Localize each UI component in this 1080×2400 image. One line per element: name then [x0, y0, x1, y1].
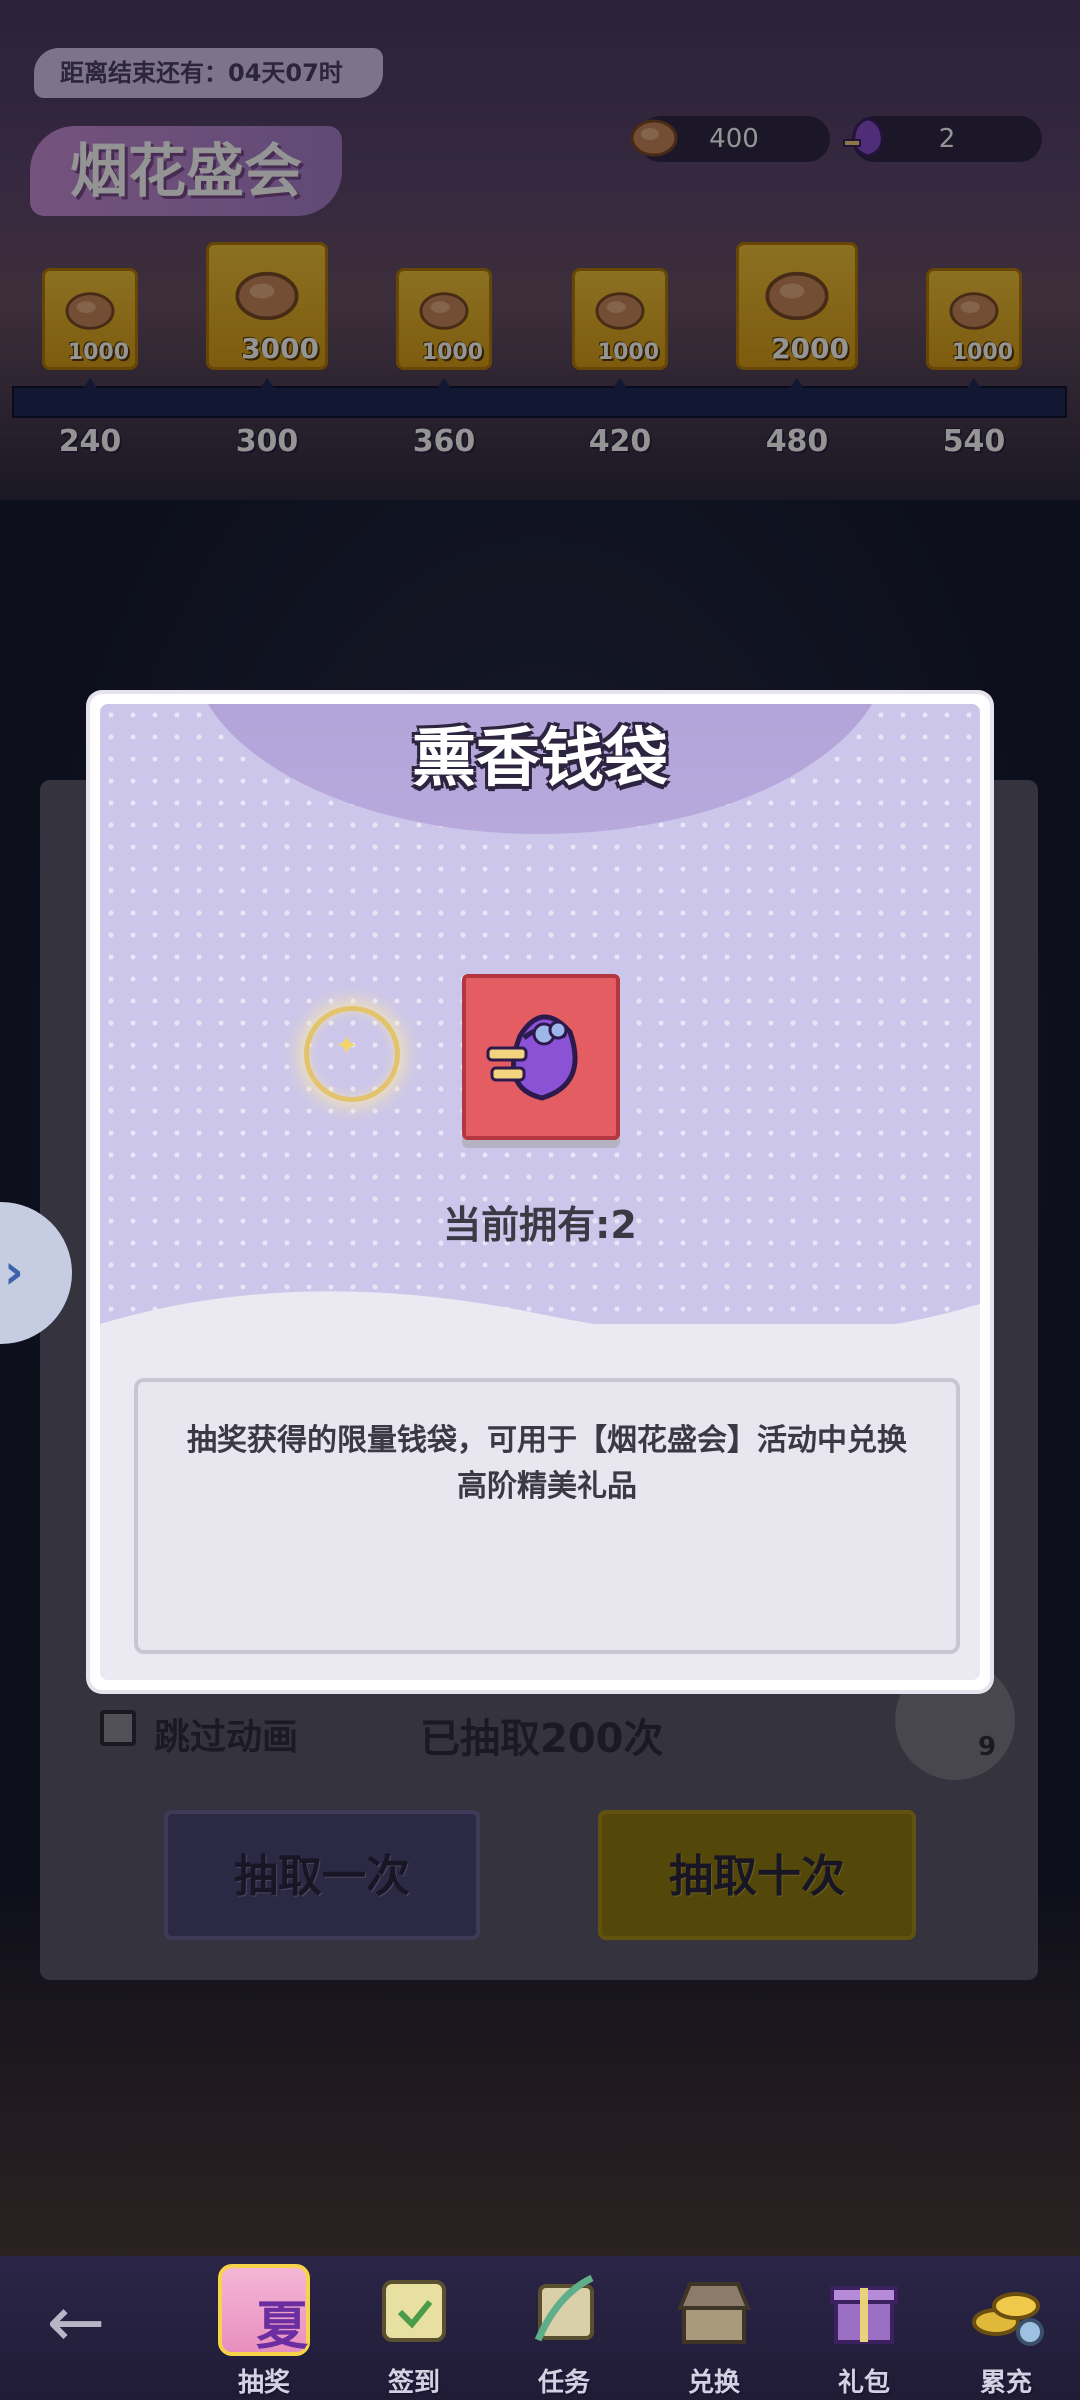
nav-label: 签到 — [387, 2368, 440, 2398]
gift-icon — [830, 2286, 898, 2344]
back-arrow-icon[interactable]: ← — [28, 2274, 124, 2370]
nav-label: 兑换 — [687, 2368, 740, 2398]
nav-tab-exchange[interactable]: 兑换 — [654, 2262, 774, 2400]
modal-body: 熏香钱袋 ✦ 当前拥有:2 抽奖获得的限量钱袋，可用于【烟花盛会】活动中兑换 高… — [100, 704, 980, 1680]
summer-badge-char: 夏 — [255, 2297, 308, 2357]
shop-icon — [677, 2282, 751, 2344]
item-description: 抽奖获得的限量钱袋，可用于【烟花盛会】活动中兑换 高阶精美礼品 — [134, 1378, 960, 1654]
nav-tab-signin[interactable]: 签到 — [354, 2262, 474, 2400]
calendar-icon — [382, 2280, 446, 2342]
nav-label: 累充 — [979, 2368, 1032, 2398]
nav-label: 任务 — [537, 2368, 590, 2398]
quill-scroll-icon — [534, 2274, 594, 2342]
description-line: 高阶精美礼品 — [457, 1469, 637, 1504]
summer-icon: 夏 — [218, 2264, 310, 2357]
sparkle-icon: ✦ — [335, 1029, 359, 1062]
nav-tab-gift[interactable]: 礼包 — [804, 2262, 924, 2400]
chevron-right-icon: › — [4, 1244, 24, 1300]
nav-tab-tasks[interactable]: 任务 — [504, 2262, 624, 2400]
description-line: 抽奖获得的限量钱袋，可用于【烟花盛会】活动中兑换 — [187, 1423, 907, 1458]
owned-count: 当前拥有:2 — [443, 1203, 637, 1247]
nav-label: 礼包 — [837, 2368, 890, 2398]
nav-tab-recharge[interactable]: 累充 — [946, 2262, 1066, 2400]
nav-tab-draw[interactable]: 夏 抽奖 — [204, 2262, 324, 2400]
sparkle-ring-icon: ✦ — [304, 1006, 400, 1102]
nav-label: 抽奖 — [237, 2368, 290, 2398]
purple-pouch-icon — [486, 1014, 578, 1101]
item-detail-modal: 熏香钱袋 ✦ 当前拥有:2 抽奖获得的限量钱袋，可用于【烟花盛会】活动中兑换 高… — [90, 694, 990, 1690]
modal-title: 熏香钱袋 — [412, 722, 668, 796]
item-card — [462, 974, 620, 1140]
coins-icon — [972, 2292, 1044, 2346]
